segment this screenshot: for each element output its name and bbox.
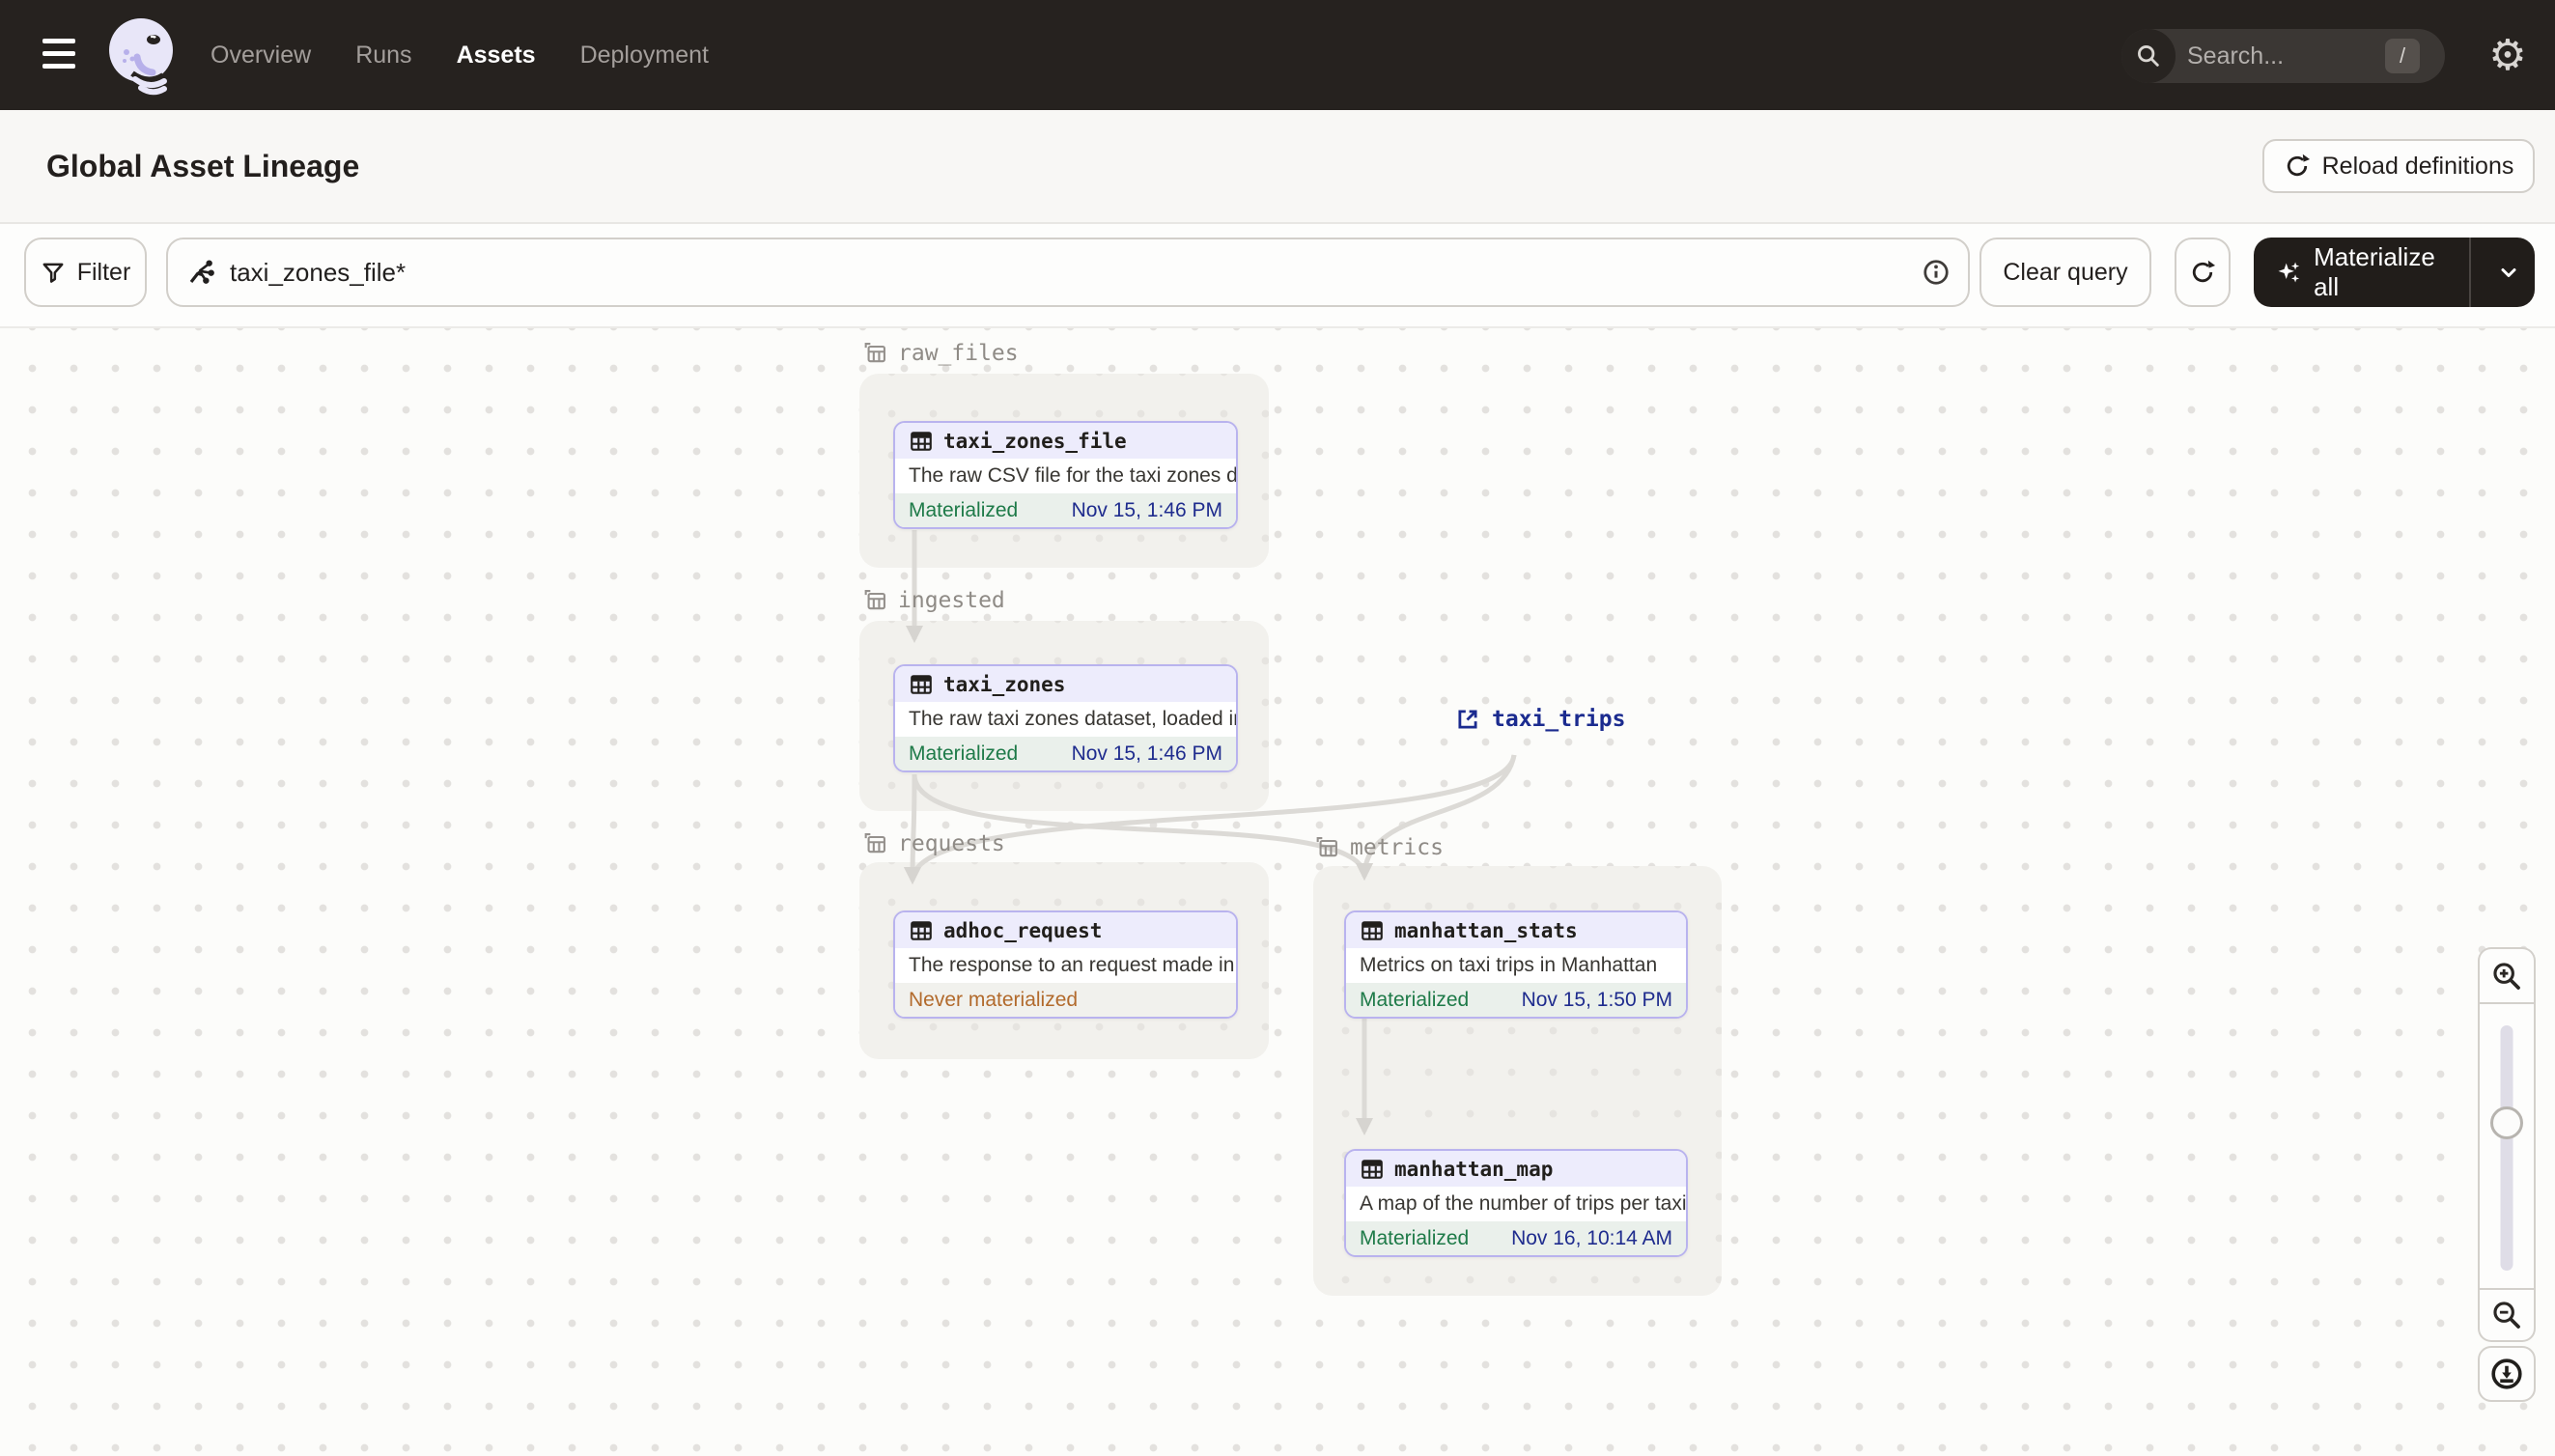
asset-name: adhoc_request [943, 918, 1103, 942]
zoom-slider-handle[interactable] [2490, 1106, 2523, 1139]
group-table-icon [1316, 837, 1337, 857]
nav-link-overview[interactable]: Overview [211, 42, 311, 70]
asset-name: manhattan_map [1394, 1157, 1554, 1181]
asset-selection-input[interactable] [228, 256, 1910, 289]
asset-name: taxi_zones [943, 672, 1066, 696]
asset-status-bar: Materialized Nov 15, 1:50 PM [1346, 983, 1686, 1017]
asset-description: A map of the number of trips per taxi z.… [1360, 1192, 1686, 1215]
page-title: Global Asset Lineage [46, 148, 360, 183]
external-link-icon [1458, 710, 1477, 729]
materialization-timestamp: Nov 16, 10:14 AM [1511, 1226, 1672, 1249]
status-badge: Materialized [1360, 988, 1470, 1011]
table-icon [1362, 920, 1383, 940]
asset-node-header: taxi_zones [895, 666, 1236, 702]
nav-link-assets[interactable]: Assets [457, 42, 536, 70]
asset-node-taxi-zones-file[interactable]: taxi_zones_file The raw CSV file for the… [893, 421, 1238, 529]
zoom-in-button[interactable] [2478, 947, 2536, 1002]
asset-description: The raw taxi zones dataset, loaded int..… [909, 708, 1236, 730]
asset-node-header: taxi_zones_file [895, 423, 1236, 459]
zoom-slider-track[interactable] [2500, 1025, 2513, 1271]
asset-status-bar: Materialized Nov 16, 10:14 AM [1346, 1221, 1686, 1255]
status-badge: Materialized [909, 742, 1019, 765]
search-icon [2121, 29, 2176, 83]
page-header: Global Asset Lineage Reload definitions [0, 110, 2555, 224]
filter-button[interactable]: Filter [24, 238, 147, 307]
asset-node-adhoc-request[interactable]: adhoc_request The response to an request… [893, 910, 1238, 1019]
nav-link-runs[interactable]: Runs [355, 42, 411, 70]
materialize-options-caret[interactable] [2483, 261, 2535, 284]
lineage-edges [904, 530, 1517, 1135]
group-label-requests[interactable]: requests [861, 830, 1005, 857]
materialization-timestamp: Nov 15, 1:46 PM [1071, 742, 1222, 765]
table-icon [911, 674, 932, 694]
group-table-icon [864, 343, 885, 363]
global-search[interactable]: / [2121, 29, 2445, 83]
group-label-ingested[interactable]: ingested [861, 587, 1005, 614]
external-asset-taxi-trips[interactable]: taxi_trips [1455, 707, 1625, 732]
refresh-icon [2192, 260, 2216, 283]
materialization-timestamp: Nov 15, 1:50 PM [1521, 988, 1672, 1011]
table-icon [1362, 1159, 1383, 1179]
asset-selection-input-wrap[interactable] [166, 238, 1970, 307]
arrow-down-to-line-icon [2491, 1358, 2522, 1389]
asset-node-header: adhoc_request [895, 912, 1236, 948]
asset-name: manhattan_stats [1394, 918, 1578, 942]
group-table-icon [864, 833, 885, 854]
asset-status-bar: Materialized Nov 15, 1:46 PM [895, 737, 1236, 770]
clear-query-button[interactable]: Clear query [1979, 238, 2151, 307]
nav-link-deployment[interactable]: Deployment [580, 42, 709, 70]
asset-status-bar: Materialized Nov 15, 1:46 PM [895, 493, 1236, 527]
dagster-logo-icon[interactable] [100, 12, 187, 98]
zoom-slider[interactable] [2478, 1002, 2536, 1290]
asset-node-header: manhattan_map [1346, 1151, 1686, 1187]
group-label-metrics[interactable]: metrics [1313, 834, 1444, 861]
group-label-raw-files[interactable]: raw_files [861, 340, 1019, 367]
asset-graph-icon [189, 260, 214, 284]
top-nav: Overview Runs Assets Deployment / ⚙ [0, 0, 2555, 110]
asset-description: Metrics on taxi trips in Manhattan [1360, 954, 1658, 976]
asset-description: The response to an request made in th... [909, 954, 1236, 976]
info-icon[interactable] [1922, 258, 1951, 287]
nav-links: Overview Runs Assets Deployment [211, 0, 709, 110]
search-input[interactable] [2176, 42, 2385, 70]
materialize-all-button[interactable]: Materialize all [2254, 238, 2535, 307]
zoom-out-button[interactable] [2478, 1290, 2536, 1342]
zoom-in-icon [2493, 962, 2520, 990]
status-badge: Materialized [1360, 1226, 1470, 1249]
asset-node-manhattan-map[interactable]: manhattan_map A map of the number of tri… [1344, 1149, 1688, 1257]
asset-node-taxi-zones[interactable]: taxi_zones The raw taxi zones dataset, l… [893, 664, 1238, 772]
status-badge: Never materialized [909, 988, 1079, 1011]
zoom-out-icon [2493, 1302, 2520, 1329]
table-icon [911, 920, 932, 940]
asset-status-bar: Never materialized [895, 983, 1236, 1017]
reload-definitions-button[interactable]: Reload definitions [2262, 139, 2535, 193]
button-divider [2468, 238, 2471, 307]
status-badge: Materialized [909, 498, 1019, 521]
app-window: Overview Runs Assets Deployment / ⚙ Glob… [0, 0, 2555, 1456]
asset-node-manhattan-stats[interactable]: manhattan_stats Metrics on taxi trips in… [1344, 910, 1688, 1019]
sparkle-icon [2278, 262, 2300, 283]
table-icon [911, 431, 932, 451]
refresh-query-button[interactable] [2175, 238, 2231, 307]
chevron-down-icon [2501, 268, 2516, 277]
recenter-download-button[interactable] [2478, 1346, 2536, 1402]
materialization-timestamp: Nov 15, 1:46 PM [1071, 498, 1222, 521]
lineage-canvas[interactable]: raw_files ingested requests metrics taxi… [0, 328, 2555, 1456]
asset-name: taxi_zones_file [943, 429, 1127, 453]
asset-description: The raw CSV file for the taxi zones dat.… [909, 464, 1236, 487]
search-shortcut-key: / [2385, 39, 2420, 73]
asset-node-header: manhattan_stats [1346, 912, 1686, 948]
settings-gear-icon[interactable]: ⚙ [2484, 32, 2532, 80]
hamburger-menu-icon[interactable] [42, 39, 75, 70]
refresh-icon [2287, 154, 2310, 177]
asset-graph-toolbar: Filter Clear query [0, 224, 2555, 328]
funnel-icon [42, 263, 64, 283]
group-table-icon [864, 590, 885, 610]
